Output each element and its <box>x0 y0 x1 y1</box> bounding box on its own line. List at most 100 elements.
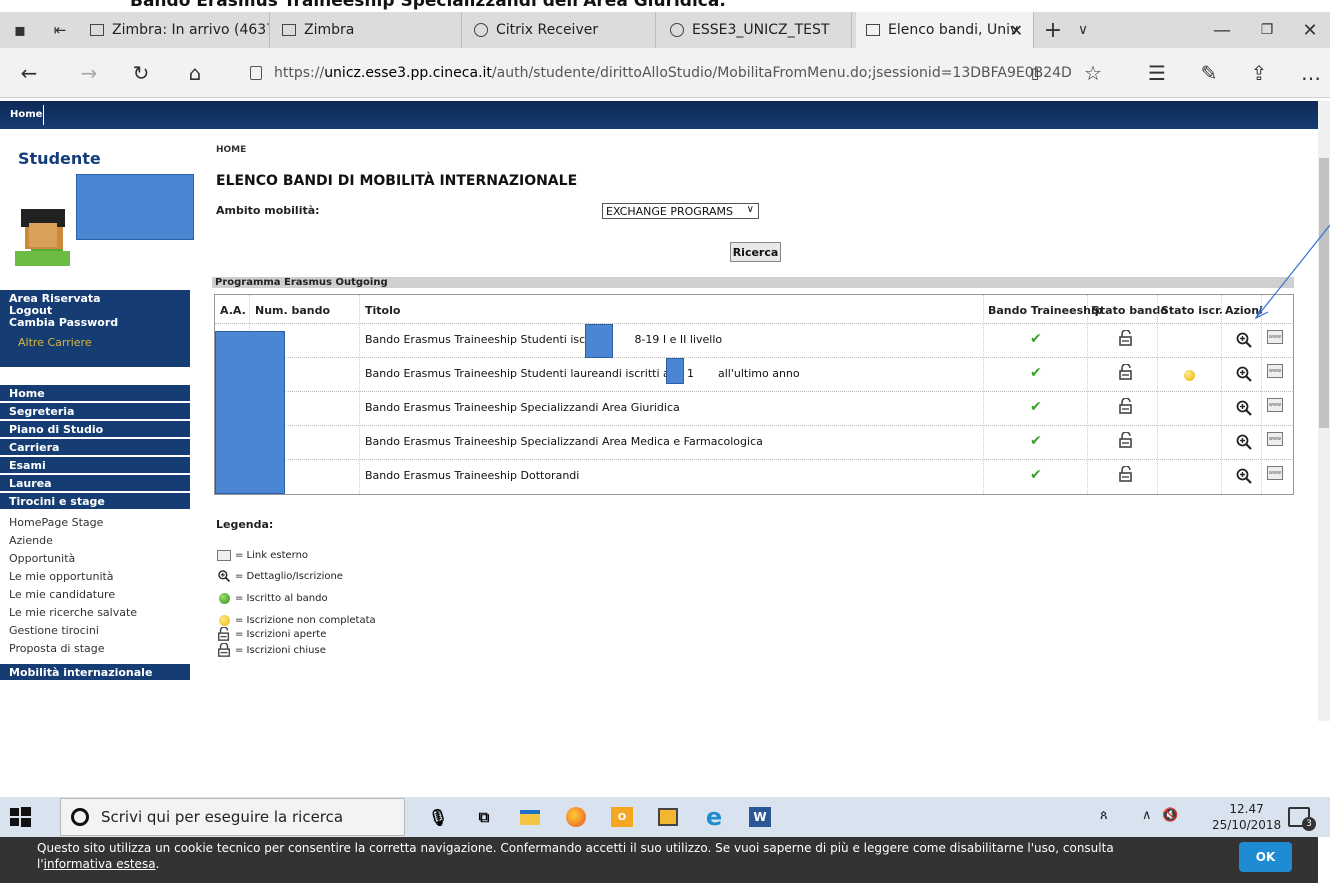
informativa-link[interactable]: informativa estesa <box>44 857 156 871</box>
ambito-select-value: EXCHANGE PROGRAMS <box>606 204 734 218</box>
sidebar-sub-opportunita[interactable]: Opportunità <box>9 552 75 565</box>
close-window-icon[interactable]: ✕ <box>1290 12 1330 48</box>
people-icon[interactable]: ጰ <box>1100 808 1108 823</box>
page-title: ELENCO BANDI DI MOBILITÀ INTERNAZIONALE <box>216 173 578 189</box>
refresh-icon[interactable]: ↻ <box>128 60 154 86</box>
row-title[interactable]: Bando Erasmus Traineeship Dottorandi <box>365 469 579 482</box>
tab-list-chevron-icon[interactable]: ∨ <box>1070 12 1096 48</box>
outlook-icon[interactable]: O <box>608 803 636 831</box>
row-title[interactable]: Bando Erasmus Traineeship Studenti laure… <box>365 367 800 380</box>
sidebar-item-home[interactable]: Home <box>0 385 190 402</box>
cambia-password-link[interactable]: Cambia Password <box>0 317 190 329</box>
task-view-icon[interactable]: ⧉ <box>470 803 498 831</box>
back-icon[interactable]: ← <box>16 60 42 86</box>
magnifier-plus-icon[interactable] <box>1235 467 1253 485</box>
set-aside-tabs-icon[interactable]: ⇤ <box>48 12 72 48</box>
tab-label: Zimbra <box>304 22 355 38</box>
microphone-icon[interactable]: 🎙 <box>424 803 452 831</box>
restore-icon[interactable]: ❐ <box>1245 12 1289 48</box>
external-link-icon[interactable]: www <box>1267 466 1283 480</box>
sidebar-sub-aziende[interactable]: Aziende <box>9 534 53 547</box>
row-title[interactable]: Bando Erasmus Traineeship Specializzandi… <box>365 401 680 414</box>
tab-label: Zimbra: In arrivo (4637 <box>112 22 270 38</box>
tab-preview-icon[interactable]: ▪ <box>8 12 32 48</box>
legend-item-aperte: = Iscrizioni aperte <box>216 627 326 641</box>
sidebar-item-carriera[interactable]: Carriera <box>0 439 190 456</box>
lock-open-icon <box>1119 466 1132 482</box>
tray-expand-icon[interactable]: ∧ <box>1142 808 1152 823</box>
forward-icon[interactable]: → <box>76 60 102 86</box>
globe-icon <box>670 23 684 37</box>
row-title[interactable]: Bando Erasmus Traineeship Studenti iscri… <box>365 333 722 346</box>
sidebar-sub-proposta-stage[interactable]: Proposta di stage <box>9 642 105 655</box>
notes-pen-icon[interactable]: ✎ <box>1196 60 1222 86</box>
sidebar-item-esami[interactable]: Esami <box>0 457 190 474</box>
magnifier-plus-icon[interactable] <box>1235 433 1253 451</box>
redaction-box <box>215 331 285 494</box>
url-domain: unicz.esse3.pp.cineca.it <box>324 65 492 81</box>
external-link-icon[interactable]: www <box>1267 364 1283 378</box>
sidebar-item-laurea[interactable]: Laurea <box>0 475 190 492</box>
redaction-box <box>585 324 613 358</box>
cookie-ok-button[interactable]: OK <box>1239 842 1292 872</box>
external-link-icon[interactable]: www <box>1267 398 1283 412</box>
page-scrollbar[interactable] <box>1318 101 1330 721</box>
volume-muted-icon[interactable]: 🔇 <box>1162 808 1178 823</box>
tab-zimbra-inbox[interactable]: Zimbra: In arrivo (4637 <box>80 12 270 48</box>
sidebar-sub-candidature[interactable]: Le mie candidature <box>9 588 115 601</box>
magnifier-plus-icon[interactable] <box>1235 331 1253 349</box>
tab-label: Citrix Receiver <box>496 22 599 38</box>
store-icon[interactable] <box>654 803 682 831</box>
file-explorer-icon[interactable] <box>516 803 544 831</box>
external-link-icon[interactable]: www <box>1267 330 1283 344</box>
ambito-select[interactable]: EXCHANGE PROGRAMS ∨ <box>602 203 759 219</box>
check-icon: ✔ <box>1030 433 1042 449</box>
tab-zimbra[interactable]: Zimbra <box>272 12 462 48</box>
sidebar-item-mobilita[interactable]: Mobilità internazionale <box>0 664 190 681</box>
notification-count: 3 <box>1302 817 1316 831</box>
check-icon: ✔ <box>1030 365 1042 381</box>
favorites-hub-icon[interactable]: ☰ <box>1144 60 1170 86</box>
sidebar-sub-gestione-tirocini[interactable]: Gestione tirocini <box>9 624 99 637</box>
clock[interactable]: 12.47 25/10/2018 <box>1212 801 1281 833</box>
document-title-overlay: Bando Erasmus Traineeship Specializzandi… <box>130 0 726 11</box>
row-title[interactable]: Bando Erasmus Traineeship Specializzandi… <box>365 435 763 448</box>
sidebar-sub-ricerche-salvate[interactable]: Le mie ricerche salvate <box>9 606 137 619</box>
close-tab-icon[interactable]: ✕ <box>1010 21 1023 40</box>
magnifier-plus-icon[interactable] <box>1235 399 1253 417</box>
altre-carriere-link[interactable]: Altre Carriere <box>0 337 190 349</box>
ricerca-button[interactable]: Ricerca <box>730 242 781 262</box>
favorite-star-icon[interactable]: ☆ <box>1080 60 1106 86</box>
new-tab-icon[interactable]: + <box>1040 12 1066 48</box>
tab-citrix[interactable]: Citrix Receiver <box>464 12 656 48</box>
sidebar-sub-mie-opportunita[interactable]: Le mie opportunità <box>9 570 114 583</box>
cortana-icon <box>71 808 89 826</box>
share-icon[interactable]: ⇪ <box>1246 60 1272 86</box>
windows-start-icon[interactable] <box>8 805 32 829</box>
taskbar: Scrivi qui per eseguire la ricerca 🎙 ⧉ O… <box>0 797 1330 837</box>
tab-esse3-test[interactable]: ESSE3_UNICZ_TEST <box>660 12 852 48</box>
home-icon[interactable]: ⌂ <box>182 60 208 86</box>
taskbar-search[interactable]: Scrivi qui per eseguire la ricerca <box>60 798 405 836</box>
url-field[interactable]: https://unicz.esse3.pp.cineca.it/auth/st… <box>240 58 1110 88</box>
action-center-icon[interactable]: 3 <box>1288 807 1316 831</box>
tab-elenco-bandi[interactable]: Elenco bandi, Univ ✕ <box>856 12 1034 48</box>
breadcrumb[interactable]: HOME <box>216 145 246 155</box>
yellow-dot-icon <box>216 613 232 627</box>
reading-view-icon[interactable]: ▯ <box>1022 60 1048 86</box>
magnifier-plus-icon[interactable] <box>1235 365 1253 383</box>
sidebar-item-segreteria[interactable]: Segreteria <box>0 403 190 420</box>
top-nav-home-link[interactable]: Home <box>10 109 42 120</box>
bandi-table: A.A. Num. bando Titolo Bando Traineeship… <box>214 294 1294 495</box>
edge-icon[interactable]: e <box>700 803 728 831</box>
word-icon[interactable]: W <box>746 803 774 831</box>
more-menu-icon[interactable]: … <box>1298 60 1324 86</box>
sidebar-sub-homepage-stage[interactable]: HomePage Stage <box>9 516 103 529</box>
external-link-icon[interactable]: www <box>1267 432 1283 446</box>
firefox-icon[interactable] <box>562 803 590 831</box>
sidebar-item-tirocini[interactable]: Tirocini e stage <box>0 493 190 510</box>
minimize-icon[interactable]: — <box>1200 12 1244 48</box>
sidebar-item-piano-di-studio[interactable]: Piano di Studio <box>0 421 190 438</box>
scrollbar-thumb[interactable] <box>1319 158 1329 428</box>
external-link-icon <box>216 548 232 562</box>
